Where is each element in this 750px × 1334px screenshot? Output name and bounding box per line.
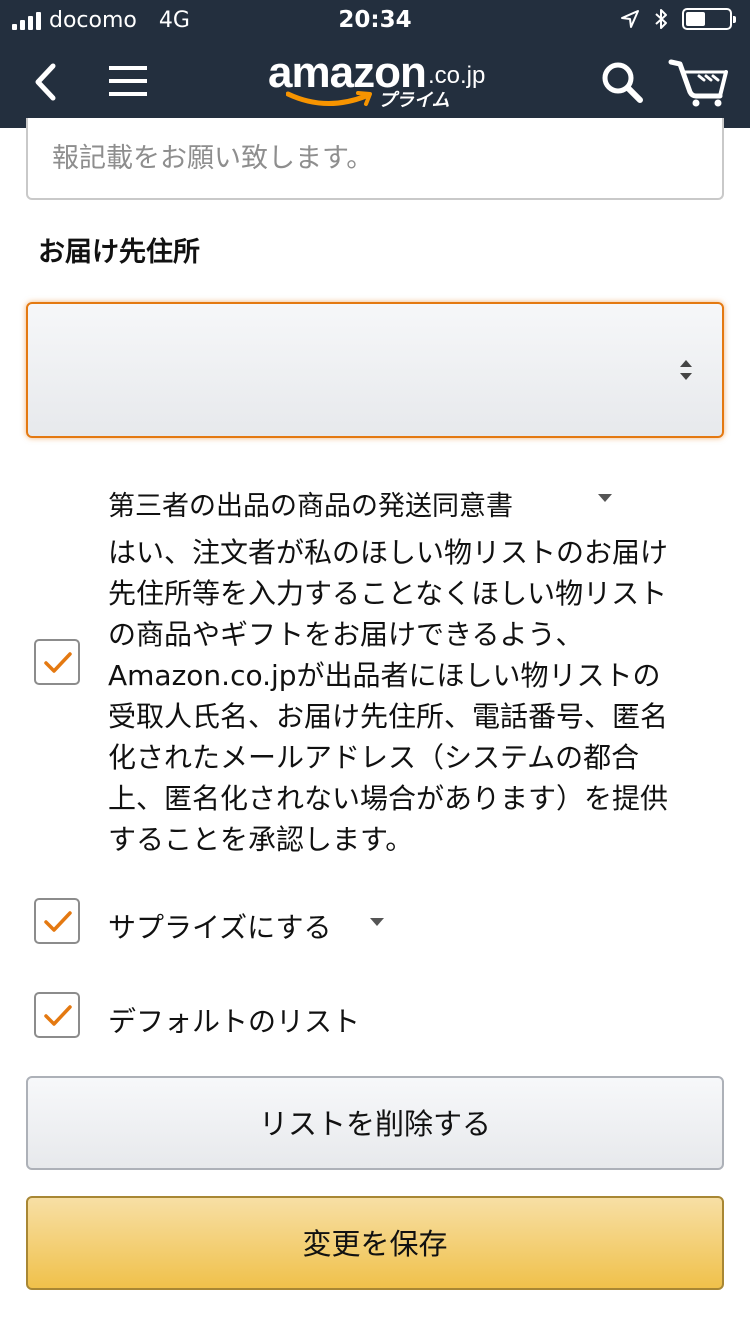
- default-list-label[interactable]: デフォルトのリスト: [108, 1000, 360, 1040]
- logo-prime-label: プライム: [378, 90, 450, 111]
- consent-line: 先住所等を入力することなくほしい物リスト: [108, 577, 668, 610]
- status-bar: docomo 4G 20:34: [0, 0, 750, 40]
- caret-down-icon[interactable]: [598, 494, 612, 502]
- consent-line: 受取人氏名、お届け先住所、電話番号、匿名: [108, 700, 669, 733]
- surprise-checkbox[interactable]: [34, 898, 80, 944]
- checkmark-icon: [44, 652, 72, 673]
- consent-line: の商品やギフトをお届けできるよう、: [108, 618, 584, 651]
- note-textarea[interactable]: 報記載をお願い致します。: [26, 118, 724, 200]
- textarea-text: 報記載をお願い致します。: [52, 143, 374, 174]
- battery-icon: [682, 8, 736, 30]
- select-updown-icon: [680, 360, 692, 380]
- consent-line: Amazon.co.jpが出品者にほしい物リストの: [108, 659, 661, 692]
- consent-title[interactable]: 第三者の出品の商品の発送同意書: [108, 484, 513, 523]
- amazon-logo[interactable]: amazon .co.jp プライム: [268, 48, 498, 118]
- header-nav: amazon .co.jp プライム: [0, 40, 750, 128]
- consent-line: することを承認します。: [108, 823, 414, 856]
- default-list-checkbox[interactable]: [34, 992, 80, 1038]
- checkmark-icon: [44, 911, 72, 932]
- consent-line: はい、注文者が私のほしい物リストのお届け: [108, 536, 669, 569]
- consent-checkbox[interactable]: [34, 639, 80, 685]
- hamburger-menu-icon[interactable]: [108, 64, 148, 98]
- surprise-label[interactable]: サプライズにする: [108, 906, 331, 946]
- smile-arrow-icon: [286, 91, 372, 106]
- address-select[interactable]: [26, 302, 724, 438]
- cart-icon[interactable]: [668, 56, 730, 108]
- consent-text: はい、注文者が私のほしい物リストのお届け 先住所等を入力することなくほしい物リス…: [108, 532, 718, 860]
- status-right: [620, 8, 736, 30]
- save-changes-button[interactable]: 変更を保存: [26, 1196, 724, 1290]
- bluetooth-icon: [655, 9, 667, 29]
- battery-level: [686, 12, 705, 26]
- caret-down-icon[interactable]: [370, 918, 384, 926]
- address-label: お届け先住所: [38, 237, 200, 268]
- location-arrow-icon: [621, 10, 639, 28]
- chevron-left-icon[interactable]: [32, 62, 58, 102]
- consent-line: 化されたメールアドレス（システムの都合: [108, 741, 640, 774]
- delete-list-button[interactable]: リストを削除する: [26, 1076, 724, 1170]
- checkmark-icon: [44, 1005, 72, 1026]
- consent-line: 上、匿名化されない場合があります）を提供: [108, 782, 669, 815]
- search-icon[interactable]: [600, 60, 644, 104]
